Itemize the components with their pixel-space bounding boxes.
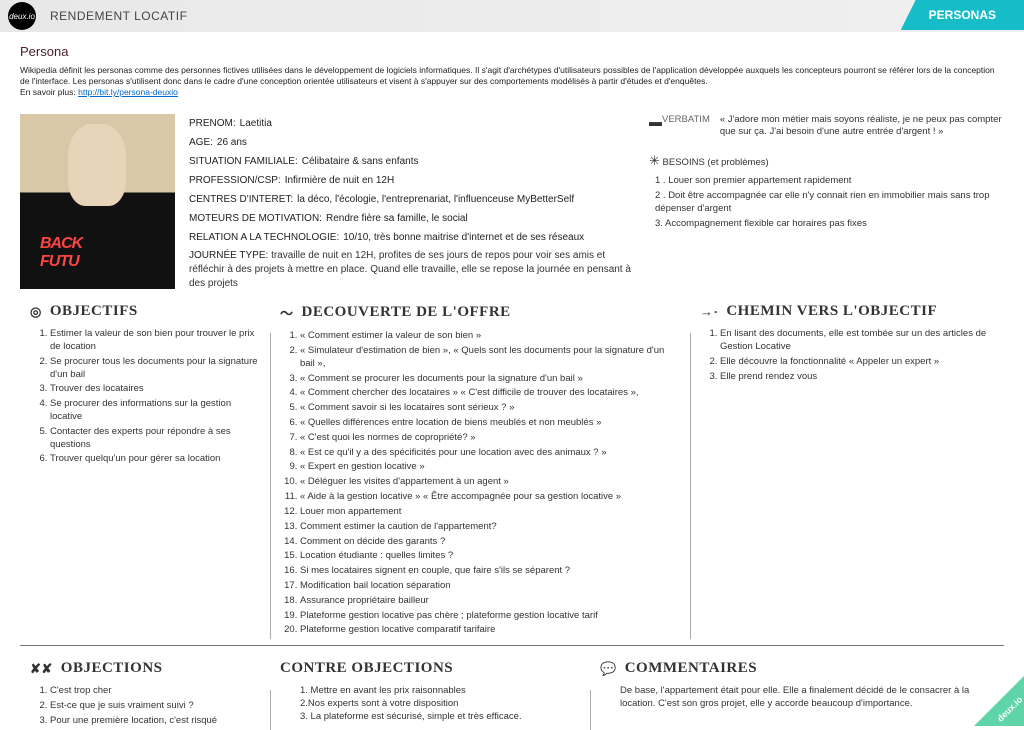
objectifs-heading: ◎ OBJECTIFS [30,303,260,320]
brand-logo: deux.io [8,2,36,30]
intro-heading: Persona [20,44,1004,59]
comment-icon: 💬 [600,661,617,677]
star-icon: ✳ [649,153,660,168]
list-item: « Comment se procurer les documents pour… [300,373,680,386]
list-item: Assurance propriétaire bailleur [300,595,680,608]
persona-info: PRENOM:LaetitiaAGE:26 ansSITUATION FAMIL… [189,114,639,291]
list-item: « Comment estimer la valeur de son bien … [300,330,680,343]
divider [20,645,1004,646]
list-item: Plateforme gestion locative pas chère ; … [300,610,680,623]
list-item: Plateforme gestion locative comparatif t… [300,624,680,637]
list-item: 3. La plateforme est sécurisé, simple et… [300,711,580,724]
list-item: « Aide à la gestion locative » « Être ac… [300,491,680,504]
list-item: Elle prend rendez vous [720,371,994,384]
list-item: Comment on décide des garants ? [300,536,680,549]
profile-row: SITUATION FAMILIALE:Célibataire & sans e… [189,152,639,171]
profile-row: AGE:26 ans [189,133,639,152]
persona-photo [20,114,175,289]
list-item: « Comment savoir si les locataires sont … [300,402,680,415]
profile-row: RELATION A LA TECHNOLOGIE:10/10, très bo… [189,228,639,247]
section-tag: PERSONAS [901,0,1024,30]
cross-icon: ✘✘ [30,661,53,677]
contre-list: 1. Mettre en avant les prix raisonnables… [280,685,580,723]
profile-row: CENTRES D'INTERET:la déco, l'écologie, l… [189,190,639,209]
decouverte-list: « Comment estimer la valeur de son bien … [280,330,680,637]
list-item: 1. Mettre en avant les prix raisonnables [300,685,580,698]
list-item: « Quelles différences entre location de … [300,417,680,430]
chemin-list: En lisant des documents, elle est tombée… [700,328,994,383]
objectifs-list: Estimer la valeur de son bien pour trouv… [30,328,260,466]
verbatim-block: ▬ VERBATIM « J'adore mon métier mais soy… [649,114,1004,139]
list-item: 3. Accompagnement flexible car horaires … [655,218,1004,230]
besoins-heading: ✳ BESOINS (et problèmes) [649,153,1004,169]
contre-heading: CONTRE OBJECTIONS [280,660,580,677]
list-item: « C'est quoi les normes de copropriété? … [300,432,680,445]
profile-row: PROFESSION/CSP:Infirmière de nuit en 12H [189,171,639,190]
list-item: « Simulateur d'estimation de bien », « Q… [300,345,680,371]
besoins-list: 1 . Louer son premier appartement rapide… [649,175,1004,230]
intro-block: Persona Wikipedia définit les personas c… [0,32,1024,106]
list-item: 2 . Doit être accompagnée car elle n'y c… [655,190,1004,215]
verbatim-text: « J'adore mon métier mais soyons réalist… [720,114,1004,139]
profile-row: PRENOM:Laetitia [189,114,639,133]
list-item: Se procurer des informations sur la gest… [50,398,260,424]
list-item: « Est ce qu'il y a des spécificités pour… [300,447,680,460]
verbatim-label: VERBATIM [662,114,710,139]
chemin-heading: →· CHEMIN VERS L'OBJECTIF [700,303,994,320]
list-item: 2.Nos experts sont à votre disposition [300,698,580,711]
list-item: En lisant des documents, elle est tombée… [720,328,994,354]
list-item: Est-ce que je suis vraiment suivi ? [50,700,260,713]
header-bar: deux.io RENDEMENT LOCATIF PERSONAS [0,0,1024,32]
list-item: Trouver quelqu'un pour gérer sa location [50,453,260,466]
verbatim-icon: ▬ [649,114,662,139]
list-item: Elle découvre la fonctionnalité « Appele… [720,356,994,369]
page-title: RENDEMENT LOCATIF [50,9,187,23]
list-item: « Comment chercher des locataires » « C'… [300,387,680,400]
comments-heading: 💬 COMMENTAIRES [600,660,994,677]
list-item: « Déléguer les visites d'appartement à u… [300,476,680,489]
intro-link[interactable]: http://bit.ly/persona-deuxio [78,87,178,97]
list-item: Louer mon appartement [300,506,680,519]
list-item: Comment estimer la caution de l'appartem… [300,521,680,534]
objections-heading: ✘✘ OBJECTIONS [30,660,260,677]
arrow-icon: →· [700,304,718,320]
objections-list: C'est trop cher Est-ce que je suis vraime… [30,685,260,727]
wave-icon: 〜 [280,303,294,322]
list-item: « Expert en gestion locative » [300,461,680,474]
list-item: Modification bail location séparation [300,580,680,593]
intro-more: En savoir plus: http://bit.ly/persona-de… [20,87,1004,98]
list-item: Estimer la valeur de son bien pour trouv… [50,328,260,354]
profile-row: MOTEURS DE MOTIVATION:Rendre fière sa fa… [189,209,639,228]
list-item: 1 . Louer son premier appartement rapide… [655,175,1004,187]
intro-text: Wikipedia définit les personas comme des… [20,65,1004,87]
list-item: Contacter des experts pour répondre à se… [50,426,260,452]
target-icon: ◎ [30,304,42,320]
list-item: Si mes locataires signent en couple, que… [300,565,680,578]
list-item: C'est trop cher [50,685,260,698]
comments-text: De base, l'appartement était pour elle. … [600,685,994,711]
list-item: Location étudiante : quelles limites ? [300,550,680,563]
decouverte-heading: 〜 DECOUVERTE DE L'OFFRE [280,303,680,322]
list-item: Trouver des locataires [50,383,260,396]
list-item: Se procurer tous les documents pour la s… [50,356,260,382]
